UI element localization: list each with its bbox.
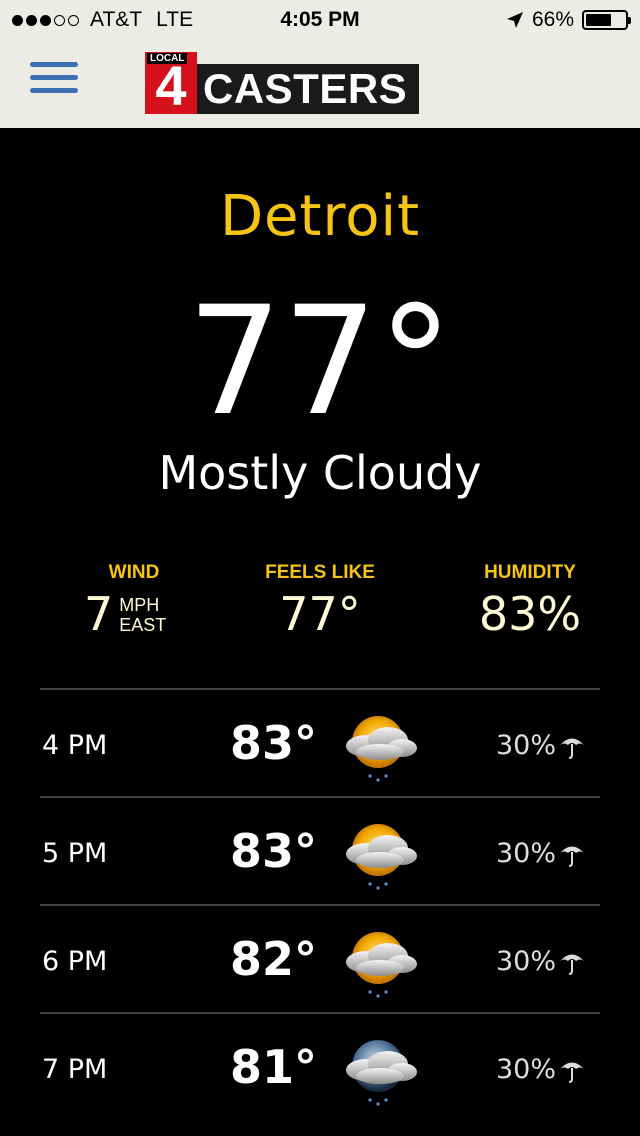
hamburger-menu-icon[interactable] (30, 62, 78, 100)
hourly-forecast-list: 4 PM 83° 30% 5 PM 83° 30% 6 PM 82° 30% 7… (40, 688, 600, 1120)
hour-label: 4 PM (42, 730, 108, 761)
partly-cloudy-day-rain-icon (346, 716, 417, 782)
partly-cloudy-day-rain-icon (346, 932, 417, 998)
hour-label: 6 PM (42, 946, 108, 977)
hourly-row[interactable]: 5 PM 83° 30% (40, 796, 600, 904)
precip-chance: 30% (495, 838, 556, 869)
hour-temperature: 82° (230, 932, 318, 986)
battery-percent: 66% (531, 8, 574, 31)
hour-temperature: 83° (230, 716, 318, 770)
status-bar: AT&T LTE 4:05 PM 66% (0, 0, 640, 40)
app-top-bar: AT&T LTE 4:05 PM 66% LOCAL 4 CASTERS (0, 0, 640, 128)
battery-icon (582, 10, 631, 30)
umbrella-icon (560, 846, 584, 867)
precip-chance: 30% (495, 946, 556, 977)
umbrella-icon (560, 738, 584, 759)
status-right: 66% (506, 8, 631, 32)
partly-cloudy-night-rain-icon (346, 1040, 417, 1106)
logo-number: 4 (155, 54, 187, 117)
hour-temperature: 83° (230, 824, 318, 878)
hourly-row[interactable]: 6 PM 82° 30% (40, 904, 600, 1012)
precip-chance: 30% (495, 730, 556, 761)
feels-like-label: FEELS LIKE (265, 562, 375, 583)
wind-units: MPH EAST (119, 595, 166, 635)
partly-cloudy-day-rain-icon (346, 824, 417, 890)
umbrella-icon (560, 1062, 584, 1083)
wind-value: 7 (84, 587, 114, 641)
umbrella-icon (560, 954, 584, 975)
wind-unit: MPH (119, 595, 160, 615)
current-temperature: 77° (187, 275, 453, 449)
hour-label: 7 PM (42, 1054, 108, 1085)
wind-label: WIND (108, 562, 160, 583)
humidity-stat: HUMIDITY 83% (470, 562, 590, 640)
current-condition: Mostly Cloudy (158, 446, 482, 500)
humidity-label: HUMIDITY (484, 562, 576, 583)
local4casters-logo: LOCAL 4 CASTERS (145, 52, 420, 117)
precip-chance: 30% (495, 1054, 556, 1085)
logo-four-box: LOCAL 4 (145, 52, 197, 117)
wind-stat: WIND 7 MPH EAST (84, 562, 184, 640)
wind-direction: EAST (119, 615, 167, 635)
hourly-row[interactable]: 4 PM 83° 30% (40, 688, 600, 796)
hour-label: 5 PM (42, 838, 108, 869)
battery-fill (586, 14, 612, 26)
hour-temperature: 81° (230, 1040, 318, 1094)
hourly-row[interactable]: 7 PM 81° 30% (40, 1012, 600, 1120)
location-arrow-icon (506, 12, 523, 28)
feels-like-stat: FEELS LIKE 77° (250, 562, 390, 640)
humidity-value: 83% (478, 587, 582, 641)
logo-word: CASTERS (197, 64, 420, 114)
feels-like-value: 77° (279, 587, 361, 641)
city-name[interactable]: Detroit (0, 184, 640, 249)
